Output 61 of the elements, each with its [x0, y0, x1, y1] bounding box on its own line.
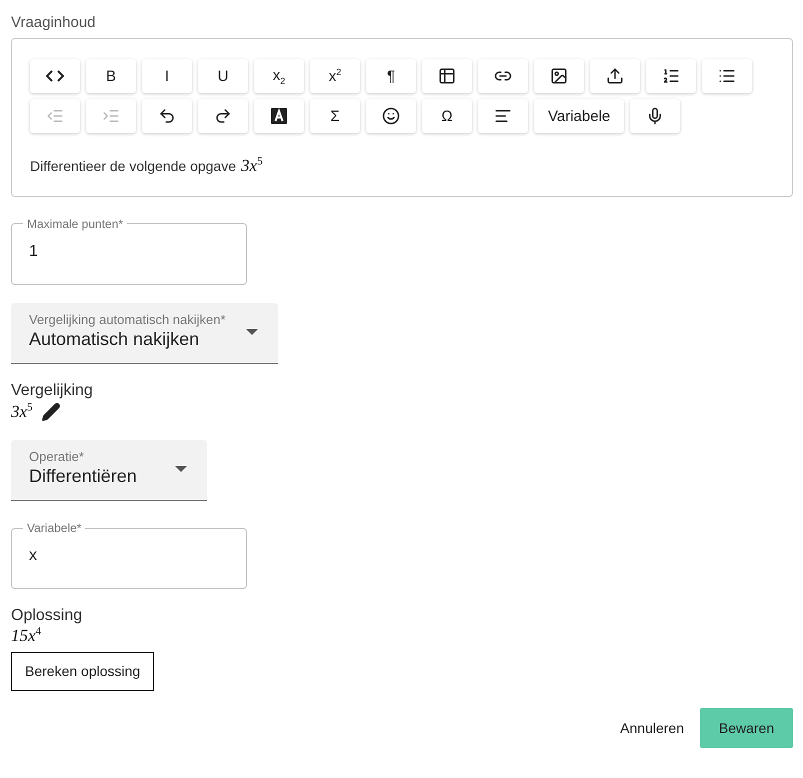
undo-icon	[158, 107, 176, 125]
indent-icon	[102, 107, 120, 125]
input-field[interactable]: Maximale punten* 1	[11, 216, 247, 285]
cancel-button[interactable]: Annuleren	[620, 710, 684, 746]
toolbar-icon-button[interactable]	[646, 59, 696, 93]
outdent-icon	[46, 107, 64, 125]
field-value: 1	[29, 242, 38, 261]
toolbar-button[interactable]: Ω	[422, 99, 472, 133]
toolbar-icon-button[interactable]	[478, 59, 528, 93]
toolbar-button[interactable]: Σ	[310, 99, 360, 133]
toolbar-icon-button[interactable]	[422, 59, 472, 93]
formula: 15x$^{4}$	[11, 626, 42, 645]
upload-icon	[606, 67, 624, 85]
equation-label: Vergelijking	[11, 382, 94, 400]
emoji-icon	[382, 107, 400, 125]
section-label: Vraaginhoud	[11, 14, 97, 31]
toolbar-icon-button[interactable]	[254, 99, 304, 133]
toolbar-icon-button[interactable]	[142, 99, 192, 133]
toolbar-icon-button[interactable]	[630, 99, 680, 133]
bullet-list-icon	[718, 67, 736, 85]
field-label: Vergelijking automatisch nakijken*	[29, 312, 227, 327]
table-icon	[438, 67, 456, 85]
field-value: Differentiëren	[29, 466, 137, 488]
toolbar-icon-button[interactable]	[534, 59, 584, 93]
align-left-icon	[494, 107, 512, 125]
input-field[interactable]: Variabele* x	[11, 521, 247, 590]
toolbar-icon-button[interactable]	[366, 99, 416, 133]
dropdown-caret-icon	[175, 466, 187, 472]
toolbar-button[interactable]: x$^{2}$	[310, 59, 360, 93]
numbered-list-icon	[662, 67, 680, 85]
question-text: Differentieer de volgende opgave	[30, 158, 236, 174]
field-value: x	[29, 547, 37, 566]
field-label: Maximale punten*	[26, 216, 124, 231]
text-color-icon	[271, 108, 287, 124]
calculate-button[interactable]: Bereken oplossing	[11, 652, 154, 691]
toolbar-icon-button[interactable]	[702, 59, 752, 93]
field-label: Variabele*	[26, 521, 82, 536]
toolbar-button[interactable]: Variabele	[534, 99, 624, 133]
solution-label: Oplossing	[11, 607, 84, 626]
toolbar-button[interactable]: x$_{2}$	[254, 59, 304, 93]
toolbar-icon-button[interactable]	[590, 59, 640, 93]
image-icon	[550, 67, 568, 85]
toolbar-button[interactable]: ¶	[366, 59, 416, 93]
select-field[interactable]: Operatie* Differentiëren	[11, 440, 207, 502]
redo-icon	[214, 107, 232, 125]
field-label: Operatie*	[29, 449, 85, 464]
code-icon	[46, 70, 64, 82]
dropdown-caret-icon	[246, 328, 258, 335]
formula: 3x$^{5}$	[241, 155, 263, 176]
toolbar-icon-button[interactable]	[198, 99, 248, 133]
toolbar-icon-button[interactable]	[30, 59, 80, 93]
edit-icon[interactable]	[40, 402, 61, 422]
formula: 3x$^{5}$	[11, 402, 33, 422]
save-button[interactable]: Bewaren	[700, 708, 793, 748]
toolbar-button[interactable]: U	[198, 59, 248, 93]
toolbar-button[interactable]: I	[142, 59, 192, 93]
toolbar-button[interactable]: B	[86, 59, 136, 93]
editor-box[interactable]: B I U x$_{2}$ x$^{2}$ ¶ Σ Ω Variabele Differentieer de volgende opgave 3x$^{5}$	[11, 38, 793, 197]
select-field[interactable]: Vergelijking automatisch nakijken* Automatisch nakijken	[11, 302, 278, 364]
field-value: Automatisch nakijken	[29, 328, 200, 350]
toolbar-icon-button[interactable]	[478, 99, 528, 133]
